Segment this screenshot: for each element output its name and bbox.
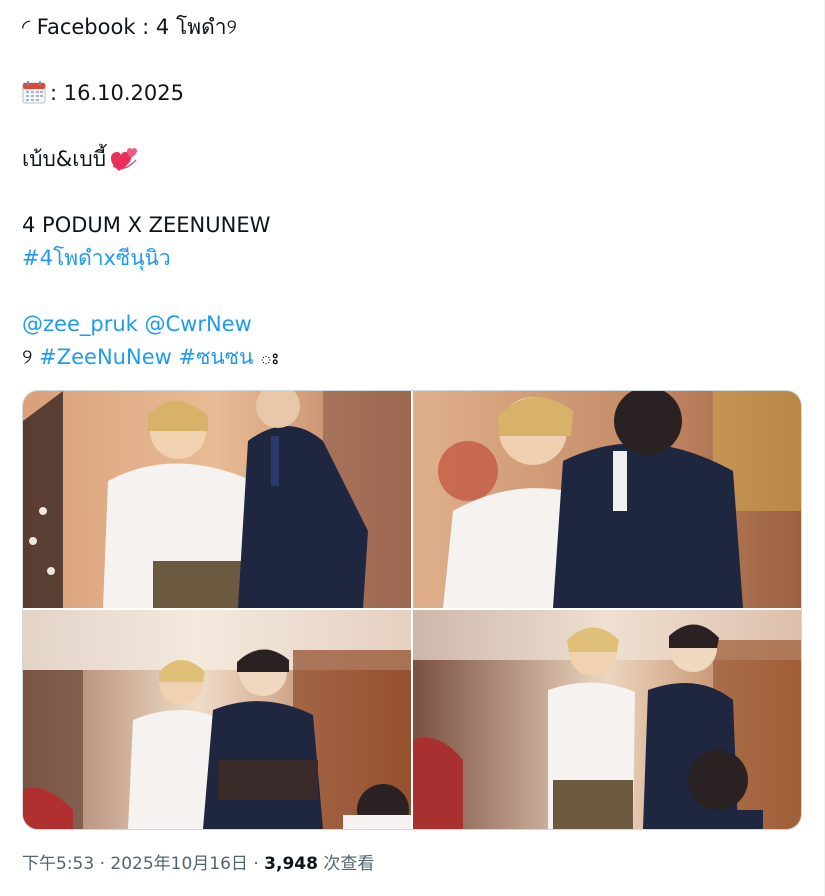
- photo-4[interactable]: [413, 610, 801, 829]
- mention-zee-link[interactable]: @zee_pruk: [22, 312, 138, 336]
- couple-text: เบ้บ&เบบี้: [22, 147, 107, 171]
- tweet-meta: 下午5:53 · 2025年10月16日 · 3,948 次查看: [22, 851, 374, 877]
- facebook-line: ◜ Facebook : 4 โพดำ୨: [22, 15, 237, 39]
- mentions-line: @zee_pruk @CwrNew: [22, 309, 252, 339]
- tweet-date[interactable]: 2025年10月16日: [110, 854, 248, 874]
- media-grid: [22, 390, 802, 830]
- hashtag-zeenunew-link[interactable]: #ZeeNuNew: [39, 345, 172, 369]
- photo-2[interactable]: [413, 391, 801, 608]
- meta-separator: ·: [253, 854, 259, 874]
- date-text: : 16.10.2025: [50, 81, 184, 105]
- revolving-hearts-icon: [110, 146, 138, 172]
- couple-line: เบ้บ&เบบี้: [22, 144, 138, 174]
- brand-line: 4 PODUM X ZEENUNEW: [22, 213, 271, 237]
- hashtag-4podum-link[interactable]: #4โพดำxซีนุนิว: [22, 246, 171, 270]
- hashtags-line: ୨ #ZeeNuNew #ซนซน ః: [22, 342, 278, 372]
- photo-1[interactable]: [23, 391, 411, 608]
- bracket-close-text: ః: [260, 345, 279, 369]
- views-count[interactable]: 3,948: [264, 854, 318, 874]
- bracket-open-text: ୨: [22, 345, 33, 369]
- tweet-time[interactable]: 下午5:53: [22, 854, 94, 874]
- hashtag-sonson-link[interactable]: #ซนซน: [179, 345, 254, 369]
- meta-separator: ·: [99, 854, 105, 874]
- hashtag-line: #4โพดำxซีนุนิว: [22, 243, 171, 273]
- mention-cwrnew-link[interactable]: @CwrNew: [145, 312, 252, 336]
- photo-3[interactable]: [23, 610, 411, 829]
- views-label: 次查看: [323, 854, 375, 874]
- calendar-icon: [22, 80, 46, 104]
- date-line: : 16.10.2025: [22, 78, 184, 108]
